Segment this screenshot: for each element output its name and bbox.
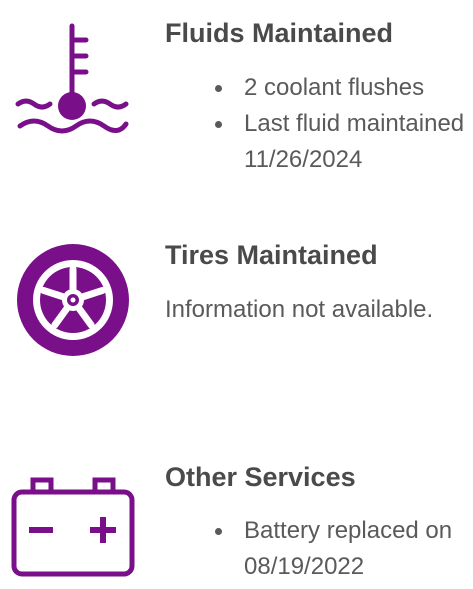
battery-label: Battery replaced on: [244, 517, 453, 544]
tires-title: Tires Maintained: [165, 240, 378, 270]
last-fluid-date: 11/26/2024: [244, 146, 363, 173]
list-item: Battery replaced on 08/19/2022: [215, 513, 452, 585]
thermometer-coolant-icon: [15, 23, 129, 134]
other-services-bullet-list: Battery replaced on 08/19/2022: [215, 513, 452, 585]
fluids-title: Fluids Maintained: [165, 18, 394, 48]
bullet-dot: [215, 121, 222, 128]
last-fluid-label: Last fluid maintained: [244, 110, 465, 137]
tires-section: Tires Maintained Information not availab…: [0, 230, 473, 380]
list-item: Last fluid maintained 11/26/2024: [215, 106, 464, 178]
bullet-dot: [215, 85, 222, 92]
tire-icon: [17, 244, 129, 356]
fluids-section: Fluids Maintained 2 coolant flushes Last…: [0, 0, 473, 200]
battery-date: 08/19/2022: [244, 553, 365, 580]
list-item: 2 coolant flushes: [215, 70, 464, 106]
fluids-bullet-list: 2 coolant flushes Last fluid maintained …: [215, 70, 464, 178]
other-services-title: Other Services: [165, 462, 356, 492]
tires-info-text: Information not available.: [165, 296, 434, 323]
other-services-section: Other Services Battery replaced on 08/19…: [0, 455, 473, 589]
bullet-dot: [215, 528, 222, 535]
coolant-count: 2: [244, 74, 258, 101]
battery-icon: [11, 477, 135, 577]
coolant-text: coolant flushes: [257, 74, 425, 101]
